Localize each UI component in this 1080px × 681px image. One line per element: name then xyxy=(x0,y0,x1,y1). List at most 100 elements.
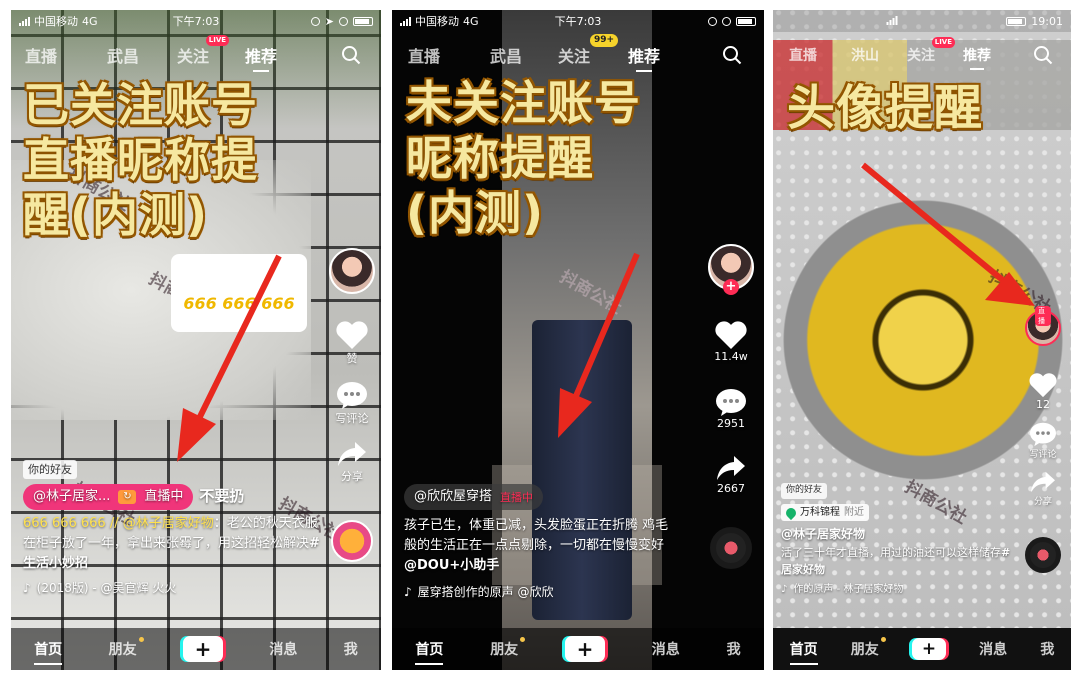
share-icon xyxy=(717,456,745,480)
create-button[interactable]: + xyxy=(182,636,223,662)
tab-home[interactable]: 首页 xyxy=(789,639,818,665)
username[interactable]: @林子居家好物 xyxy=(781,525,1021,544)
tab-me[interactable]: 我 xyxy=(727,639,741,659)
share-icon xyxy=(338,442,366,466)
music-row[interactable]: ♪ 屋穿搭创作的原声 @欣欣 xyxy=(404,583,674,602)
video-info: 你的好友 万科锦程 附近 @林子居家好物 活了三十年才直播，用过的油还可以这样储… xyxy=(781,480,1021,598)
tab-friends[interactable]: 朋友 xyxy=(109,637,144,659)
caption-mention[interactable]: @DOU+小助手 xyxy=(404,558,499,573)
nav-following-label: 关注 xyxy=(907,48,935,64)
create-button[interactable]: + xyxy=(564,636,605,662)
caption-prefix: 666 666 666 // @林子居家好物 xyxy=(23,516,214,532)
phone-screenshot-avatar: 19:01 直播 洪山 关注 LIVE 推荐 头像提醒 抖商公社 抖商公社 直播 … xyxy=(773,10,1071,670)
video-info: @欣欣屋穿搭 直播中 孩子已生，体重已减，头发脸蛋正在折腾 鸡毛般的生活正在一点… xyxy=(404,484,674,601)
tab-home[interactable]: 首页 xyxy=(415,639,444,665)
sticker-text: 666 666 666 xyxy=(183,294,295,313)
music-disc[interactable] xyxy=(1025,537,1061,573)
tab-messages[interactable]: 消息 xyxy=(652,639,680,659)
signal-icon xyxy=(19,16,30,26)
comment-count: 2951 xyxy=(717,417,745,430)
music-note-icon: ♪ xyxy=(781,584,788,596)
nav-recommend[interactable]: 推荐 xyxy=(245,43,277,72)
nav-local[interactable]: 洪山 xyxy=(851,45,879,65)
like-button[interactable]: 11.4w xyxy=(714,320,748,363)
music-row[interactable]: ♪ 作的原声 - 林子居家好物 xyxy=(781,582,1021,598)
comment-button[interactable]: 写评论 xyxy=(336,380,369,426)
search-icon[interactable] xyxy=(722,45,742,65)
caption-text: 666 666 666 // @林子居家好物：老公的秋天衣服在柜子放了一年，拿出… xyxy=(23,514,323,574)
share-label: 分享 xyxy=(341,470,363,483)
share-button[interactable]: 分享 xyxy=(1030,470,1056,507)
top-nav: 直播 武昌 关注 99+ 推荐 xyxy=(392,34,764,72)
share-button[interactable]: 分享 xyxy=(337,440,367,484)
sticker-bubble: 666 666 666 xyxy=(171,254,307,332)
live-badge: LIVE xyxy=(205,35,230,46)
tab-messages[interactable]: 消息 xyxy=(269,639,297,659)
comment-button[interactable]: 写评论 xyxy=(1029,421,1057,460)
live-status: 直播中 xyxy=(144,489,184,505)
nav-local[interactable]: 武昌 xyxy=(107,43,139,67)
carrier-label: 中国移动 xyxy=(415,15,459,28)
nav-live[interactable]: 直播 xyxy=(408,43,440,67)
search-icon[interactable] xyxy=(1033,45,1053,65)
network-label: 4G xyxy=(82,14,98,28)
caption-text: 活了三十年才直播，用过的油还可以这样储存#居家好物 xyxy=(781,544,1021,578)
nav-local[interactable]: 武昌 xyxy=(490,43,522,67)
tab-friends-label: 朋友 xyxy=(490,642,519,658)
nav-following[interactable]: 关注 99+ xyxy=(558,34,619,67)
tab-home[interactable]: 首页 xyxy=(34,639,63,665)
headline-line-2: 昵称提醒 xyxy=(406,131,594,186)
music-note-icon: ♪ xyxy=(23,580,31,595)
heart-icon xyxy=(336,321,368,349)
music-note-icon: ♪ xyxy=(404,584,412,599)
headline-line-3: (内测) xyxy=(406,186,545,241)
tab-me[interactable]: 我 xyxy=(344,639,358,659)
side-actions: + 11.4w 2951 2667 xyxy=(708,244,754,569)
location-pin-icon xyxy=(783,505,799,520)
nav-live[interactable]: 直播 xyxy=(789,45,817,65)
live-nickname-pill[interactable]: @林子居家... ↻ 直播中 xyxy=(23,484,194,511)
caption-body: 活了三十年才直播，用过的油还可以这样储存 xyxy=(781,546,1001,560)
nav-following-label: 关注 xyxy=(558,47,591,66)
headline-line-1: 未关注账号 xyxy=(406,76,641,130)
friend-tag: 你的好友 xyxy=(781,483,828,499)
headline: 未关注账号 昵称提醒 (内测) xyxy=(406,76,641,242)
comment-icon xyxy=(337,382,367,409)
rotation-lock-icon xyxy=(708,16,717,26)
tab-friends[interactable]: 朋友 xyxy=(490,637,526,659)
nav-following[interactable]: 关注 LIVE xyxy=(907,37,955,65)
like-button[interactable]: 12 xyxy=(1028,372,1058,411)
creator-avatar[interactable] xyxy=(329,248,375,294)
music-disc[interactable] xyxy=(710,527,752,569)
network-label: 4G xyxy=(463,14,479,28)
creator-avatar[interactable]: + xyxy=(708,244,754,295)
location-pill[interactable]: 万科锦程 附近 xyxy=(781,503,869,522)
nav-following[interactable]: 关注 LIVE xyxy=(177,35,230,67)
like-button[interactable]: 赞 xyxy=(335,320,369,366)
alarm-icon xyxy=(722,16,731,26)
side-actions: 赞 写评论 分享 xyxy=(329,248,375,562)
tab-friends[interactable]: 朋友 xyxy=(851,637,886,659)
headline-line-1: 头像提醒 xyxy=(787,80,984,136)
notification-dot xyxy=(880,637,886,642)
music-title: (2018版) - @吴官辉 火火 xyxy=(36,580,177,595)
live-status: 直播中 xyxy=(500,490,534,504)
nickname-pill[interactable]: @欣欣屋穿搭 直播中 xyxy=(404,484,544,511)
create-button[interactable]: + xyxy=(911,638,946,660)
nav-live[interactable]: 直播 xyxy=(25,43,57,67)
clock: 下午7:03 xyxy=(554,15,602,28)
music-disc[interactable] xyxy=(331,520,373,562)
share-button[interactable]: 2667 xyxy=(716,454,746,495)
search-icon[interactable] xyxy=(341,45,361,65)
tab-messages[interactable]: 消息 xyxy=(979,639,1007,659)
follow-plus-icon[interactable]: + xyxy=(723,279,739,295)
tab-me[interactable]: 我 xyxy=(1040,639,1054,659)
creator-avatar-live[interactable]: 直播 xyxy=(1025,306,1061,346)
status-icons xyxy=(886,15,898,28)
nav-recommend[interactable]: 推荐 xyxy=(628,43,660,72)
music-row[interactable]: ♪ (2018版) - @吴官辉 火火 xyxy=(23,579,323,598)
music-title: 作的原声 - 林子居家好物 xyxy=(793,584,904,596)
comment-label: 写评论 xyxy=(335,412,369,425)
nav-recommend[interactable]: 推荐 xyxy=(963,45,991,70)
comment-button[interactable]: 2951 xyxy=(715,387,747,430)
